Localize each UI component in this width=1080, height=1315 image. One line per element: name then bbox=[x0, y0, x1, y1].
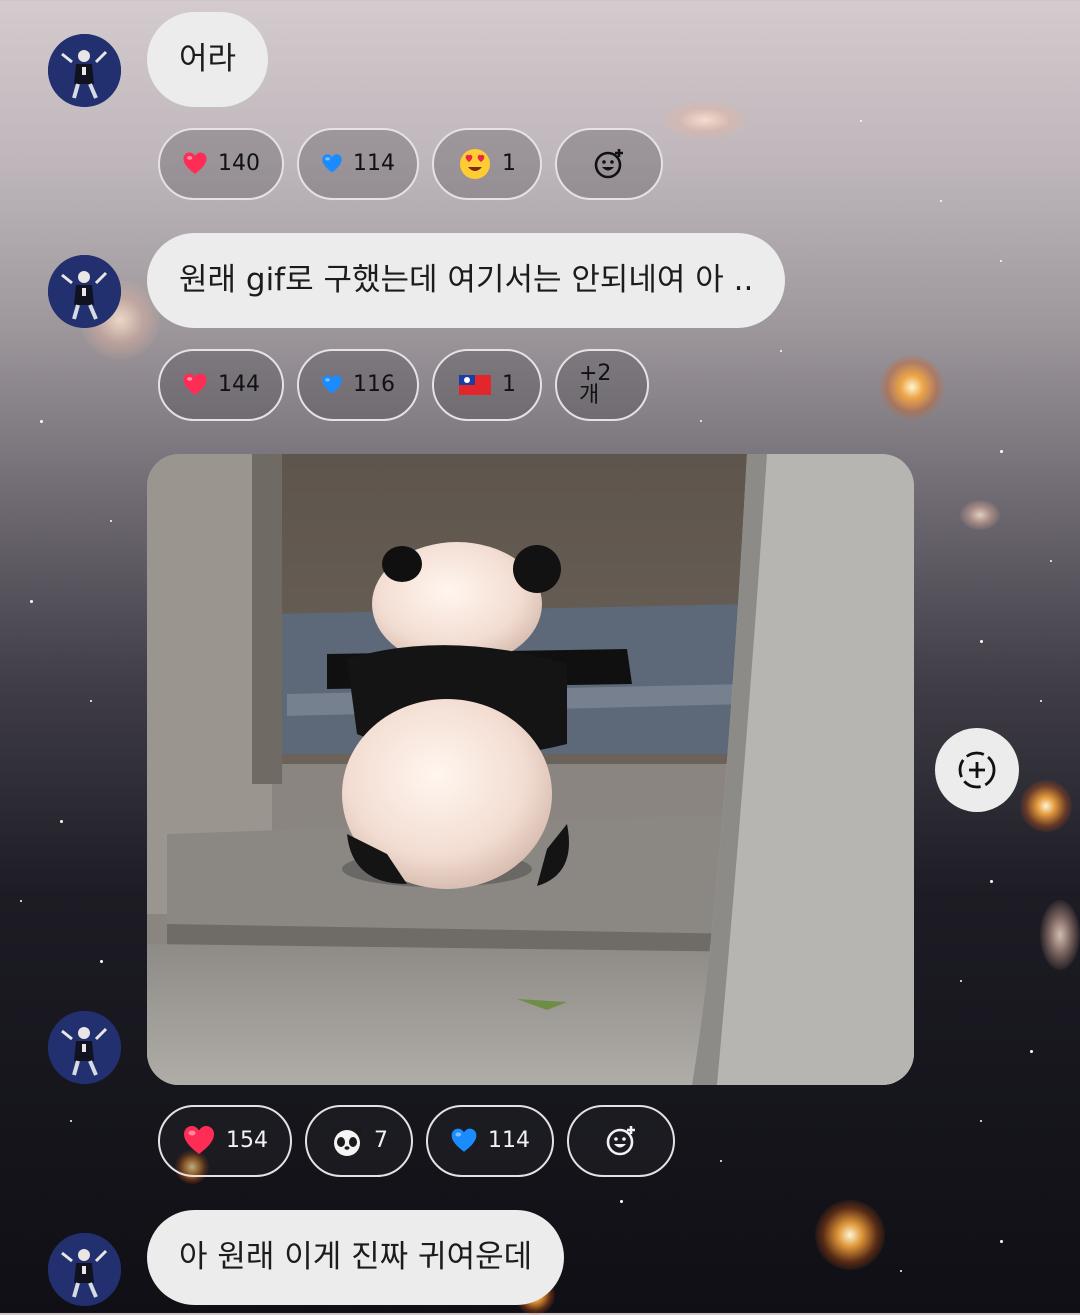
reaction-bar: 154 7 114 bbox=[158, 1105, 675, 1177]
message-bubble[interactable]: 어라 bbox=[147, 12, 269, 107]
reaction-bar: 140 114 1 bbox=[158, 128, 663, 200]
blue-heart-icon bbox=[322, 154, 342, 173]
more-reactions-count: +2개 bbox=[579, 361, 612, 408]
add-reaction-button[interactable] bbox=[567, 1105, 675, 1177]
more-reactions-button[interactable]: +2개 bbox=[555, 349, 649, 421]
add-reaction-button[interactable] bbox=[555, 128, 663, 200]
panda-cub-photo[interactable] bbox=[147, 454, 914, 1085]
red-heart-icon bbox=[183, 373, 207, 395]
reaction-count: 7 bbox=[374, 1128, 388, 1153]
message-bubble[interactable]: 아 원래 이게 진짜 귀여운데 bbox=[147, 1210, 565, 1305]
panda-face-icon bbox=[332, 1127, 362, 1156]
message-bubble[interactable]: 원래 gif로 구했는데 여기서는 안되네여 아 .. bbox=[147, 233, 786, 328]
reaction-count: 154 bbox=[226, 1128, 268, 1153]
reaction-count: 1 bbox=[502, 372, 516, 397]
message-text: 원래 gif로 구했는데 여기서는 안되네여 아 .. bbox=[179, 262, 754, 298]
avatar[interactable] bbox=[48, 1011, 121, 1084]
reaction-chip[interactable]: 116 bbox=[297, 349, 419, 421]
add-reaction-icon bbox=[606, 1126, 635, 1156]
add-circle-dashed-icon bbox=[958, 751, 996, 789]
reaction-chip[interactable]: 144 bbox=[158, 349, 284, 421]
reaction-count: 144 bbox=[218, 372, 260, 397]
reaction-bar: 144 116 1 +2개 bbox=[158, 349, 649, 421]
avatar[interactable] bbox=[48, 255, 121, 328]
reaction-count: 114 bbox=[488, 1128, 530, 1153]
blue-heart-icon bbox=[322, 375, 342, 394]
avatar[interactable] bbox=[48, 1233, 121, 1306]
red-heart-icon bbox=[183, 152, 207, 174]
reaction-count: 114 bbox=[353, 151, 395, 176]
add-reaction-floating-button[interactable] bbox=[935, 728, 1019, 812]
reaction-count: 1 bbox=[502, 151, 516, 176]
avatar[interactable] bbox=[48, 34, 121, 107]
blue-heart-icon bbox=[451, 1128, 477, 1152]
add-reaction-icon bbox=[594, 149, 623, 179]
heart-eyes-face-icon bbox=[460, 149, 490, 179]
message-text: 어라 bbox=[179, 41, 237, 77]
reaction-chip[interactable]: 140 bbox=[158, 128, 284, 200]
reaction-chip[interactable]: 154 bbox=[158, 1105, 292, 1177]
reaction-count: 140 bbox=[218, 151, 260, 176]
reaction-chip[interactable]: 1 bbox=[432, 349, 542, 421]
reaction-chip[interactable]: 114 bbox=[426, 1105, 554, 1177]
taiwan-flag-icon bbox=[459, 375, 491, 395]
red-heart-icon bbox=[184, 1126, 214, 1154]
reaction-chip[interactable]: 114 bbox=[297, 128, 419, 200]
reaction-chip[interactable]: 1 bbox=[432, 128, 542, 200]
reaction-count: 116 bbox=[353, 372, 395, 397]
message-text: 아 원래 이게 진짜 귀여운데 bbox=[179, 1239, 533, 1275]
reaction-chip[interactable]: 7 bbox=[305, 1105, 413, 1177]
